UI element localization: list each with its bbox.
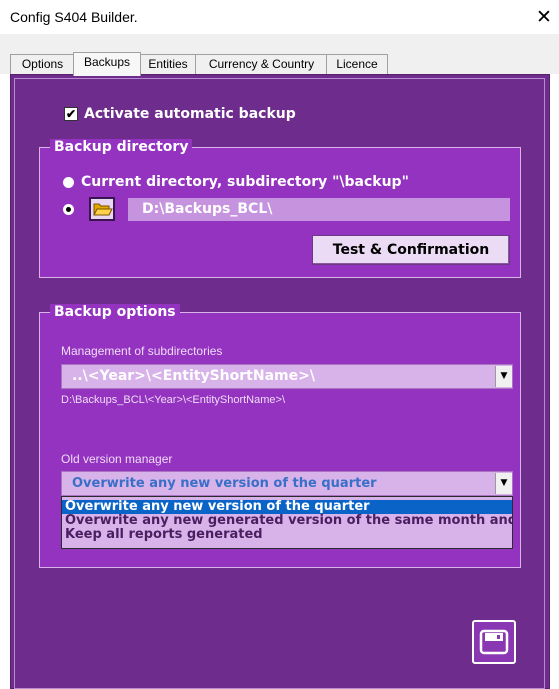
- old-version-manager-list: Overwrite any new version of the quarter…: [61, 496, 513, 549]
- subdirectories-preview: D:\Backups_BCL\<Year>\<EntityShortName>\: [61, 394, 285, 406]
- activate-backup-label: Activate automatic backup: [84, 106, 296, 122]
- subdirectories-combo[interactable]: ..\<Year>\<EntityShortName>\ ▼: [61, 364, 513, 389]
- tab-currency-country[interactable]: Currency & Country: [195, 54, 328, 75]
- window-title: Config S404 Builder.: [10, 9, 138, 25]
- subdirectories-label: Management of subdirectories: [61, 344, 223, 358]
- chevron-down-icon[interactable]: ▼: [495, 366, 512, 387]
- old-version-manager-value: Overwrite any new version of the quarter: [72, 476, 377, 491]
- old-version-manager-label: Old version manager: [61, 452, 173, 466]
- save-button[interactable]: [472, 620, 516, 664]
- floppy-disk-icon: [479, 629, 509, 655]
- radio-current-directory[interactable]: [63, 177, 74, 188]
- old-version-manager-combo[interactable]: Overwrite any new version of the quarter…: [61, 471, 513, 496]
- activate-backup-checkbox[interactable]: ✔: [64, 107, 78, 121]
- list-item[interactable]: Overwrite any new version of the quarter: [62, 500, 512, 514]
- tab-licence[interactable]: Licence: [326, 54, 388, 75]
- list-item[interactable]: Keep all reports generated: [62, 528, 512, 542]
- chevron-down-icon[interactable]: ▼: [495, 473, 512, 494]
- backup-directory-title: Backup directory: [50, 139, 193, 155]
- radio-current-directory-label: Current directory, subdirectory "\backup…: [81, 174, 409, 190]
- subdirectories-value: ..\<Year>\<EntityShortName>\: [72, 368, 315, 384]
- test-confirmation-button[interactable]: Test & Confirmation: [312, 235, 510, 265]
- tab-backups[interactable]: Backups: [73, 52, 141, 76]
- tab-options[interactable]: Options: [10, 54, 75, 75]
- tab-entities[interactable]: Entities: [139, 54, 197, 75]
- browse-folder-button[interactable]: [89, 197, 115, 221]
- list-item[interactable]: Overwrite any new generated version of t…: [62, 514, 512, 528]
- open-folder-icon: [93, 203, 113, 216]
- radio-custom-directory[interactable]: [63, 204, 74, 215]
- backup-path-field[interactable]: D:\Backups_BCL\: [128, 198, 510, 221]
- close-button[interactable]: ✕: [532, 4, 556, 30]
- backup-options-title: Backup options: [50, 304, 180, 320]
